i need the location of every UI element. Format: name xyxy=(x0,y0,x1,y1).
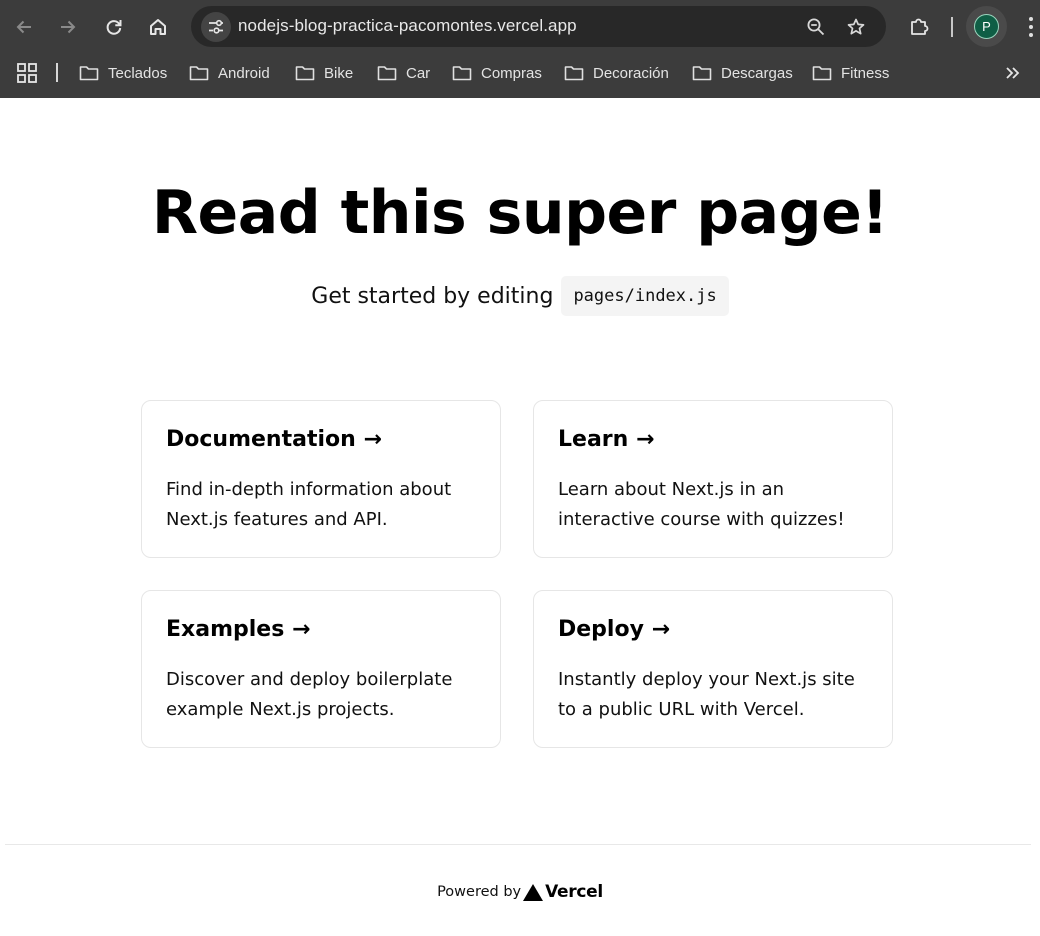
address-bar[interactable]: nodejs-blog-practica-pacomontes.vercel.a… xyxy=(191,6,886,47)
arrow-right-icon xyxy=(61,20,76,34)
bookmark-folder[interactable]: Compras xyxy=(452,60,542,86)
tune-icon xyxy=(209,19,223,34)
card-description: Find in-depth information about Next.js … xyxy=(166,479,452,530)
back-button[interactable] xyxy=(7,10,41,44)
bookmark-label: Descargas xyxy=(721,64,793,82)
bookmark-folder[interactable]: Descargas xyxy=(692,60,793,86)
puzzle-icon xyxy=(911,18,929,35)
url-text[interactable]: nodejs-blog-practica-pacomontes.vercel.a… xyxy=(238,16,577,36)
vercel-wordmark: Vercel xyxy=(545,882,603,902)
footer-divider xyxy=(5,844,1031,845)
bookmark-label: Fitness xyxy=(841,64,890,82)
home-button[interactable] xyxy=(141,10,175,44)
bookmarks-divider xyxy=(56,63,58,82)
bookmark-folder[interactable]: Fitness xyxy=(812,60,889,86)
card-title: Examples → xyxy=(166,617,311,642)
card-deploy[interactable]: Deploy → Instantly deploy your Next.js s… xyxy=(533,590,893,748)
apps-grid-icon[interactable] xyxy=(16,62,38,84)
card-title: Deploy → xyxy=(558,617,671,642)
folder-icon xyxy=(295,66,315,81)
card-examples[interactable]: Examples → Discover and deploy boilerpla… xyxy=(141,590,501,748)
bookmark-folder[interactable]: Teclados xyxy=(79,60,167,86)
arrow-left-icon xyxy=(16,20,31,34)
bookmark-label: Android xyxy=(218,64,270,82)
subtitle-text: Get started by editing xyxy=(311,283,554,309)
page-subtitle: Get started by editing pages/index.js xyxy=(0,276,1040,316)
vercel-logo: Vercel xyxy=(523,882,603,902)
folder-icon xyxy=(564,66,584,81)
browser-toolbar: nodejs-blog-practica-pacomontes.vercel.a… xyxy=(0,0,1040,54)
powered-by-vercel-link[interactable]: Powered by Vercel xyxy=(0,882,1040,902)
folder-icon xyxy=(377,66,397,81)
folder-icon xyxy=(692,66,712,81)
card-description: Discover and deploy boilerplate example … xyxy=(166,669,453,720)
bookmark-folder[interactable]: Car xyxy=(377,60,430,86)
avatar: P xyxy=(974,14,999,39)
browser-chrome: nodejs-blog-practica-pacomontes.vercel.a… xyxy=(0,0,1040,98)
bookmark-star-button[interactable] xyxy=(845,16,867,38)
bookmark-label: Compras xyxy=(481,64,542,82)
page-title: Read this super page! xyxy=(151,178,889,248)
bookmarks-bar: Teclados Android Bike Car Compras Decora… xyxy=(0,56,1040,90)
bookmark-label: Car xyxy=(406,64,431,82)
toolbar-divider xyxy=(951,17,953,37)
card-learn[interactable]: Learn → Learn about Next.js in an intera… xyxy=(533,400,893,558)
reload-button[interactable] xyxy=(97,10,131,44)
chevron-double-right-icon[interactable] xyxy=(1004,64,1022,82)
folder-icon xyxy=(189,66,209,81)
card-documentation[interactable]: Documentation → Find in-depth informatio… xyxy=(141,400,501,558)
home-icon xyxy=(150,19,166,35)
folder-icon xyxy=(812,66,832,81)
profile-button[interactable]: P xyxy=(966,6,1007,47)
extensions-button[interactable] xyxy=(902,10,936,44)
reload-icon xyxy=(106,20,122,35)
star-icon xyxy=(847,18,865,35)
folder-icon xyxy=(452,66,472,81)
code-path: pages/index.js xyxy=(561,276,729,316)
site-info-button[interactable] xyxy=(201,12,231,42)
bookmark-label: Bike xyxy=(324,64,354,82)
vercel-triangle-icon xyxy=(523,883,544,901)
more-vert-icon xyxy=(1029,17,1033,21)
card-description: Learn about Next.js in an interactive co… xyxy=(558,479,845,530)
browser-menu-button[interactable] xyxy=(1021,14,1040,40)
bookmark-folder[interactable]: Android xyxy=(189,60,270,86)
forward-button[interactable] xyxy=(51,10,85,44)
zoom-button[interactable] xyxy=(805,16,827,38)
card-title: Documentation → xyxy=(166,427,382,452)
bookmark-label: Decoración xyxy=(593,64,669,82)
folder-icon xyxy=(79,66,99,81)
card-title: Learn → xyxy=(558,427,655,452)
zoom-out-icon xyxy=(807,18,825,36)
powered-by-text: Powered by xyxy=(437,884,522,900)
bookmark-label: Teclados xyxy=(108,64,168,82)
bookmark-folder[interactable]: Decoración xyxy=(564,60,669,86)
bookmark-folder[interactable]: Bike xyxy=(295,60,353,86)
card-description: Instantly deploy your Next.js site to a … xyxy=(558,669,855,720)
